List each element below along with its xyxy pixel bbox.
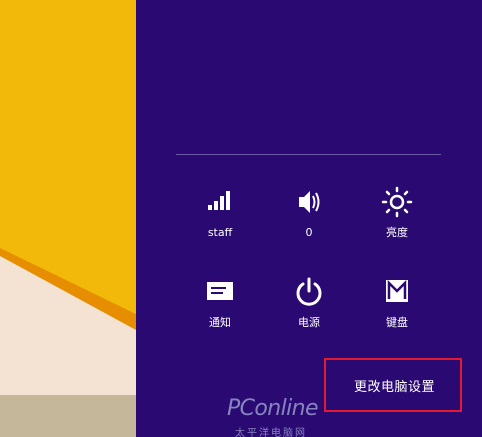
tile-volume[interactable]: 0	[269, 184, 349, 256]
watermark-logo: PConline	[227, 396, 319, 421]
tile-power[interactable]: 电源	[269, 274, 349, 346]
tile-notifications[interactable]: 通知	[180, 274, 260, 346]
settings-charm-panel: staff 0 亮度 通知 电源 键盘 更改电脑设置	[136, 0, 482, 437]
tile-network[interactable]: staff	[180, 184, 260, 256]
screen: staff 0 亮度 通知 电源 键盘 更改电脑设置 PConline 太平洋电…	[0, 0, 482, 437]
tile-label: 电源	[298, 316, 320, 329]
tile-label: 键盘	[386, 316, 408, 329]
tile-label: 0	[305, 226, 313, 239]
tile-brightness[interactable]: 亮度	[357, 184, 437, 256]
change-pc-settings-label: 更改电脑设置	[354, 380, 436, 395]
power-icon	[296, 277, 322, 306]
change-pc-settings-link[interactable]: 更改电脑设置	[324, 358, 462, 412]
wifi-signal-icon	[208, 191, 230, 210]
tile-label: 通知	[209, 316, 231, 329]
tile-label: staff	[207, 226, 233, 239]
desktop-wallpaper	[0, 0, 136, 437]
tile-keyboard[interactable]: 键盘	[357, 274, 437, 346]
watermark-subtitle: 太平洋电脑网	[235, 428, 307, 437]
brightness-icon	[381, 186, 413, 218]
volume-icon	[299, 191, 320, 213]
notifications-icon	[207, 282, 233, 300]
panel-divider	[176, 154, 441, 155]
keyboard-icon	[386, 279, 408, 302]
tile-label: 亮度	[386, 226, 408, 239]
desktop-background	[0, 0, 136, 437]
pconline-watermark: PConline 太平洋电脑网	[227, 396, 342, 437]
